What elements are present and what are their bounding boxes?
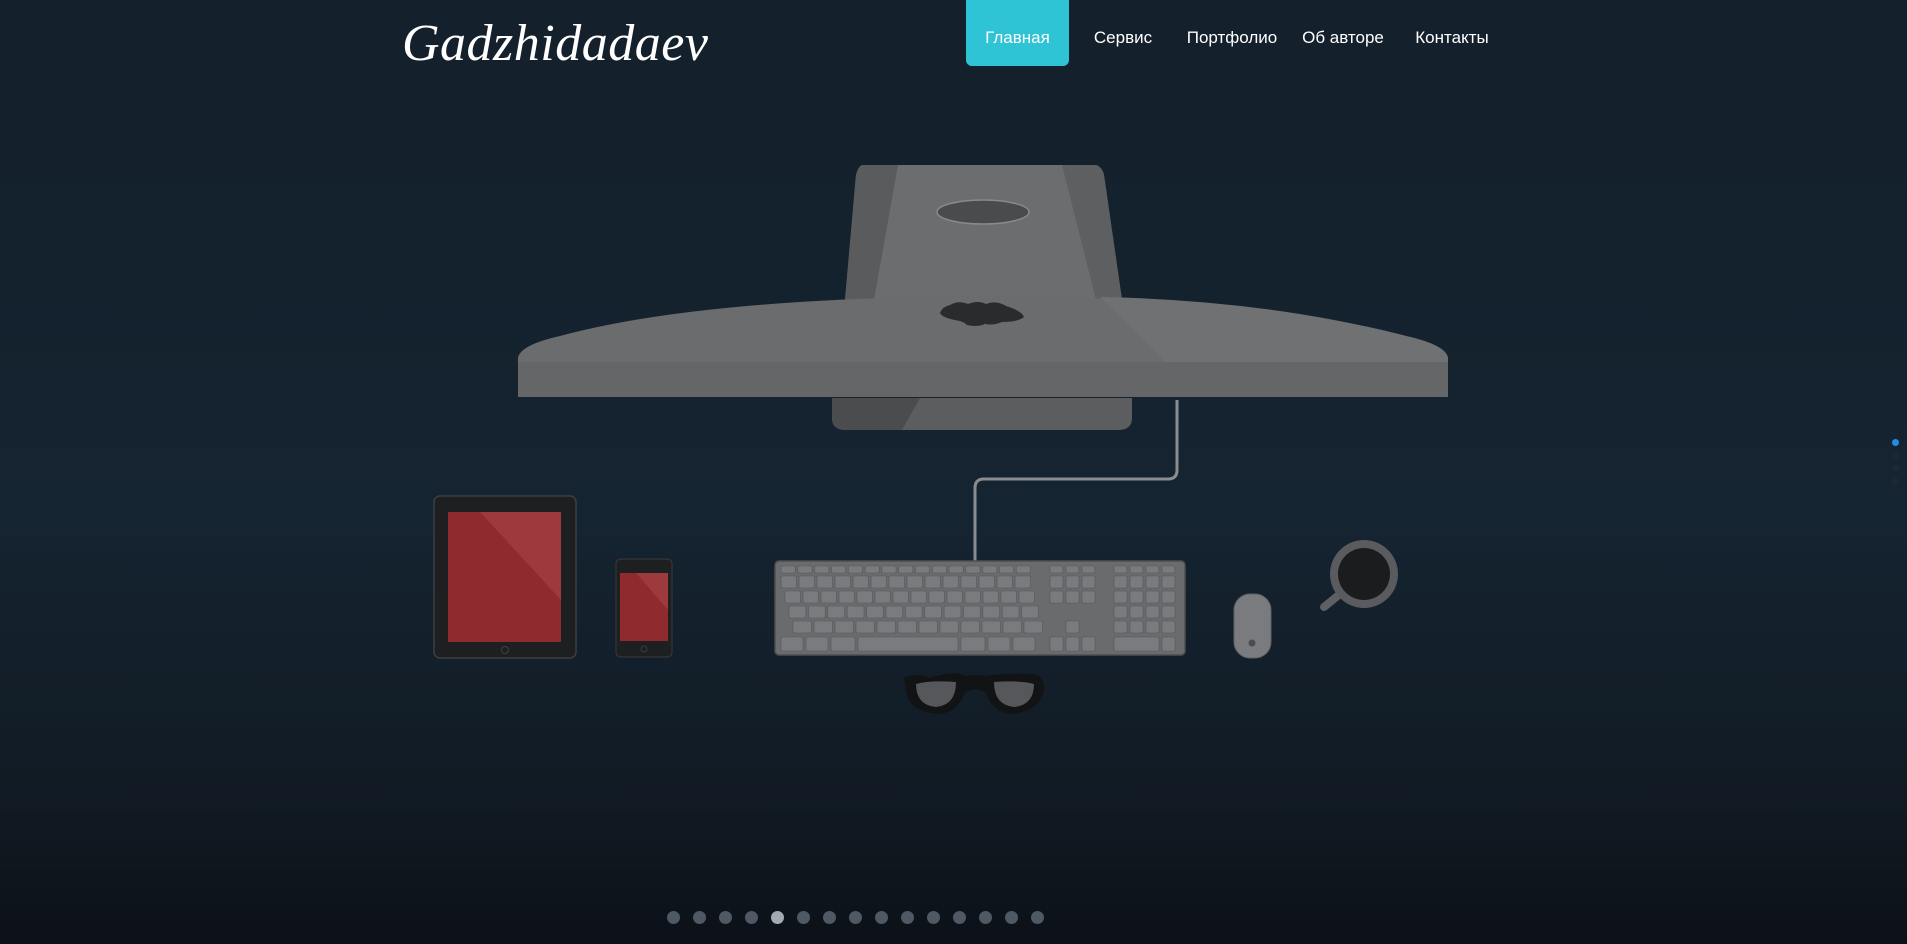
side-dot-4[interactable] <box>1892 478 1899 485</box>
keyboard <box>774 560 1186 656</box>
slider-dot-3[interactable] <box>719 911 732 924</box>
imac-foot <box>832 398 1132 430</box>
slider-dot-12[interactable] <box>953 911 966 924</box>
coffee-cup <box>1320 540 1398 611</box>
slider-dot-7[interactable] <box>823 911 836 924</box>
slider-dot-8[interactable] <box>849 911 862 924</box>
slider-dot-15[interactable] <box>1031 911 1044 924</box>
slider-dot-4[interactable] <box>745 911 758 924</box>
slider-dot-1[interactable] <box>667 911 680 924</box>
slider-dot-6[interactable] <box>797 911 810 924</box>
slider-dot-10[interactable] <box>901 911 914 924</box>
glasses <box>904 673 1044 714</box>
ipad <box>433 495 577 659</box>
slider-dot-9[interactable] <box>875 911 888 924</box>
imac-stand <box>845 165 1122 300</box>
side-dot-2[interactable] <box>1892 452 1899 459</box>
slider-dot-11[interactable] <box>927 911 940 924</box>
mouse <box>1233 593 1272 659</box>
side-dot-1[interactable] <box>1892 439 1899 446</box>
side-dot-3[interactable] <box>1892 465 1899 472</box>
slider-dot-5[interactable] <box>771 911 784 924</box>
slider-dot-2[interactable] <box>693 911 706 924</box>
slider-dot-13[interactable] <box>979 911 992 924</box>
hero-desk-illustration <box>433 165 1448 714</box>
imac-body <box>518 296 1448 397</box>
slider-dot-14[interactable] <box>1005 911 1018 924</box>
iphone <box>615 558 673 658</box>
